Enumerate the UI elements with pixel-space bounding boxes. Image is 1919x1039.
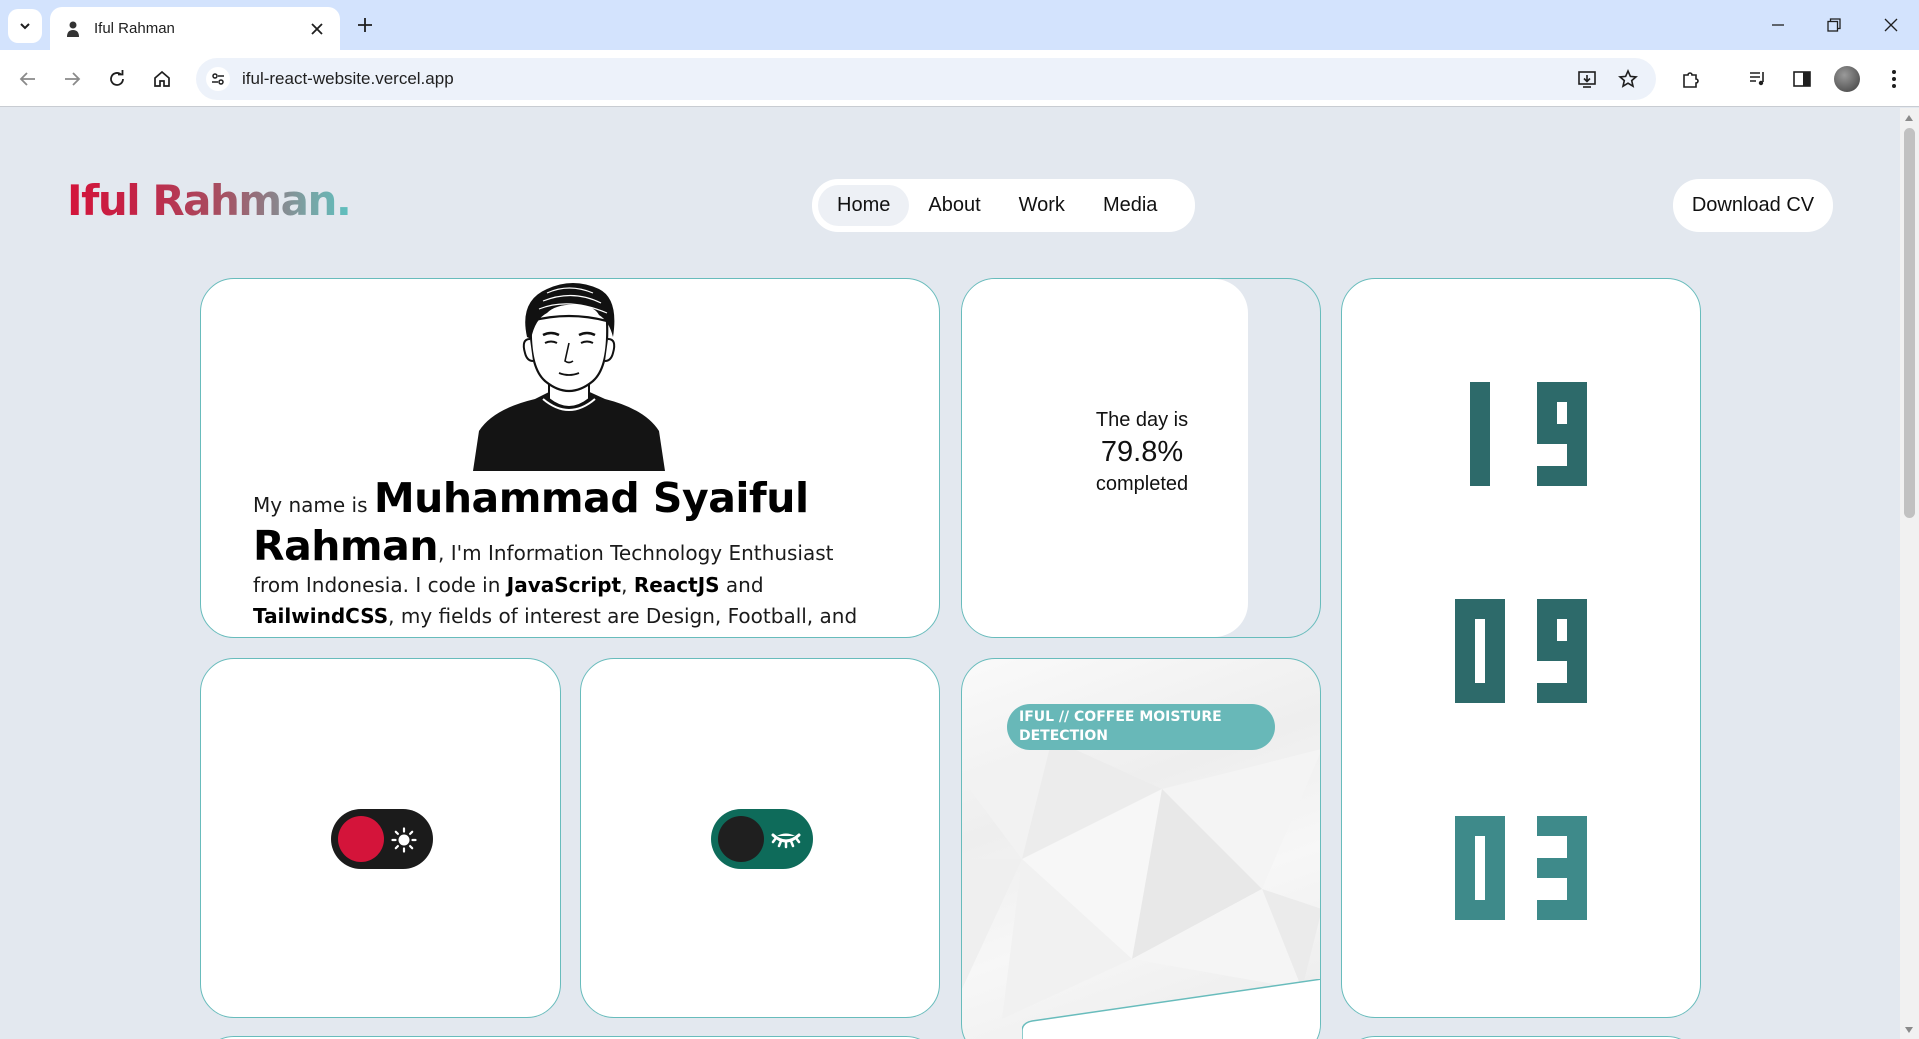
home-button[interactable] <box>147 64 177 94</box>
side-panel-button[interactable] <box>1787 64 1817 94</box>
site-logo[interactable]: Iful Rahman. <box>67 176 352 225</box>
minutes-digit-1-segment <box>1485 599 1505 703</box>
day-progress-text: The day is 79.8% completed <box>962 409 1320 496</box>
hours-digit-2-segment <box>1537 382 1557 444</box>
toggle-knob <box>338 816 384 862</box>
day-progress-card: The day is 79.8% completed <box>961 278 1321 638</box>
more-vert-icon <box>1892 70 1896 88</box>
bookmark-star-icon[interactable] <box>1616 67 1640 91</box>
arrow-right-icon <box>65 72 81 86</box>
bio-separator-2: and <box>719 573 764 597</box>
project-preview-image <box>1022 979 1320 1039</box>
address-bar[interactable]: iful-react-website.vercel.app <box>196 58 1656 100</box>
media-controls-button[interactable] <box>1743 64 1773 94</box>
restore-icon <box>1827 18 1841 32</box>
clock-minutes <box>1455 599 1587 703</box>
theme-toggle[interactable] <box>331 809 433 869</box>
close-tab-icon[interactable] <box>308 20 326 38</box>
page-viewport: Iful Rahman. Home About Work Media Downl… <box>0 108 1900 1039</box>
close-window-button[interactable] <box>1876 10 1906 40</box>
reload-button[interactable] <box>102 64 132 94</box>
music-queue-icon <box>1750 72 1764 86</box>
clock-seconds <box>1455 816 1587 920</box>
bio-intro: My name is <box>253 493 374 517</box>
tab-title: Iful Rahman <box>94 20 175 37</box>
minutes-digit-2-segment <box>1537 599 1557 661</box>
seconds-digit-1-segment <box>1455 816 1475 920</box>
forward-button[interactable] <box>57 64 87 94</box>
project-tag: IFUL // COFFEE MOISTURE DETECTION <box>1007 704 1275 750</box>
day-progress-percent: 79.8% <box>1100 436 1184 468</box>
skill-tailwindcss: TailwindCSS <box>253 604 389 628</box>
sun-icon <box>391 827 417 853</box>
puzzle-icon <box>1683 72 1699 88</box>
nav-work[interactable]: Work <box>1000 185 1084 226</box>
tab-search-button[interactable] <box>8 9 42 43</box>
hours-digit-2-segment <box>1567 382 1587 486</box>
minimize-button[interactable] <box>1763 10 1793 40</box>
download-cv-button[interactable]: Download CV <box>1673 179 1833 232</box>
skill-reactjs: ReactJS <box>633 573 720 597</box>
hours-digit-1-segment <box>1470 382 1490 486</box>
page-scrollbar[interactable] <box>1900 108 1919 1039</box>
back-button[interactable] <box>13 64 43 94</box>
clock-hours <box>1470 382 1587 486</box>
day-progress-suffix: completed <box>1095 473 1189 495</box>
site-favicon-icon <box>67 21 79 37</box>
clock-card <box>1341 278 1701 1018</box>
close-icon <box>1884 18 1898 32</box>
browser-tab[interactable]: Iful Rahman <box>50 7 340 50</box>
seconds-digit-1-segment <box>1485 816 1505 920</box>
browser-menu-button[interactable] <box>1879 64 1909 94</box>
home-icon <box>154 70 170 87</box>
bio-text: My name is Muhammad Syaiful Rahman, I'm … <box>253 474 883 637</box>
nav-media[interactable]: Media <box>1084 185 1176 226</box>
closed-eye-icon <box>771 833 801 849</box>
plus-icon <box>358 18 372 32</box>
eye-toggle-card <box>580 658 940 1018</box>
nav-about[interactable]: About <box>909 185 999 226</box>
minutes-digit-1-segment <box>1455 599 1475 703</box>
bio-separator-1: , <box>621 573 634 597</box>
minutes-digit-2-segment <box>1567 599 1587 703</box>
skill-javascript: JavaScript <box>506 573 622 597</box>
url-text: iful-react-website.vercel.app <box>242 69 454 88</box>
browser-tab-strip: Iful Rahman <box>0 0 1919 50</box>
profile-avatar[interactable] <box>1834 66 1860 92</box>
day-progress-label: The day is <box>1095 409 1189 431</box>
site-info-icon[interactable] <box>206 67 230 91</box>
install-app-icon[interactable] <box>1575 67 1599 91</box>
project-card[interactable]: IFUL // COFFEE MOISTURE DETECTION <box>961 658 1321 1039</box>
chevron-down-icon <box>20 23 30 30</box>
browser-toolbar: iful-react-website.vercel.app <box>0 50 1919 107</box>
seconds-digit-2-segment <box>1567 816 1587 920</box>
minimize-icon <box>1772 24 1784 26</box>
scrollbar-thumb[interactable] <box>1904 128 1915 518</box>
main-nav: Home About Work Media <box>812 179 1195 232</box>
scroll-down-arrow-icon[interactable] <box>1905 1027 1913 1033</box>
arrow-left-icon <box>19 72 35 86</box>
theme-toggle-card <box>200 658 561 1018</box>
extensions-button[interactable] <box>1676 64 1706 94</box>
side-panel-icon <box>1793 71 1811 87</box>
about-card: My name is Muhammad Syaiful Rahman, I'm … <box>200 278 940 638</box>
portrait-illustration <box>473 283 665 471</box>
nav-home[interactable]: Home <box>818 185 910 226</box>
restore-button[interactable] <box>1819 10 1849 40</box>
scroll-up-arrow-icon[interactable] <box>1905 115 1913 121</box>
toggle-knob <box>718 816 764 862</box>
eye-toggle[interactable] <box>711 809 813 869</box>
new-tab-button[interactable] <box>352 12 378 38</box>
reload-icon <box>110 70 124 86</box>
